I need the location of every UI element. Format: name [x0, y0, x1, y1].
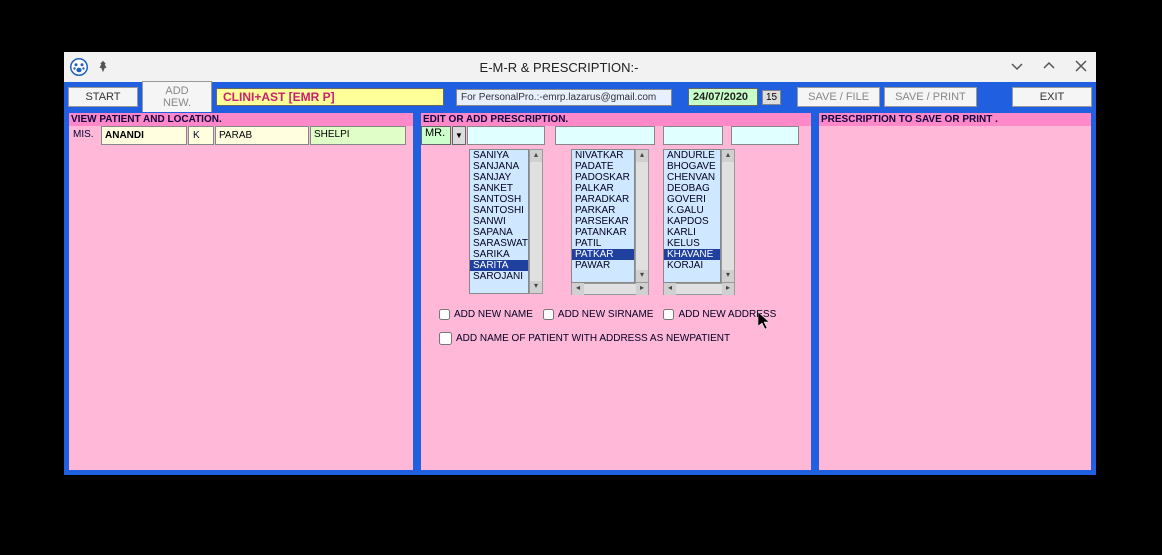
- list-item[interactable]: PAWAR: [572, 260, 634, 271]
- list-item[interactable]: DEOBAG: [664, 183, 720, 194]
- day-badge: 15: [762, 90, 781, 105]
- add-new-name-checkbox[interactable]: ADD NEW NAME: [439, 309, 533, 320]
- brand-label: CLINI+AST [EMR P]: [216, 88, 444, 106]
- exit-button[interactable]: EXIT: [1012, 87, 1092, 107]
- checkbox-row: ADD NEW NAME ADD NEW SIRNAME ADD NEW ADD…: [421, 297, 811, 324]
- close-icon[interactable]: [1072, 59, 1090, 76]
- list-item[interactable]: KHAVANE: [664, 249, 720, 260]
- add-newpatient-checkbox[interactable]: ADD NAME OF PATIENT WITH ADDRESS AS NEWP…: [439, 332, 793, 345]
- minimize-icon[interactable]: [1008, 59, 1026, 76]
- pin-icon[interactable]: [96, 60, 110, 74]
- patient-title-label: MIS.: [69, 126, 100, 145]
- listboxes: SANIYASANJANASANJAYSANKETSANTOSHSANTOSHI…: [421, 147, 811, 297]
- edit-panel-header: EDIT OR ADD PRESCRIPTION.: [421, 113, 811, 126]
- personal-email: For PersonalPro.:-emrp.lazarus@gmail.com: [456, 89, 672, 106]
- patient-panel: VIEW PATIENT AND LOCATION. MIS. K SHELPI: [68, 112, 414, 471]
- list-item[interactable]: CHENVAN: [664, 172, 720, 183]
- list-item[interactable]: KORJAI: [664, 260, 720, 271]
- list-item[interactable]: SARASWAT: [470, 238, 528, 249]
- edit-loc-input[interactable]: [731, 126, 799, 145]
- edit-mid-input[interactable]: [663, 126, 723, 145]
- list-item[interactable]: PALKAR: [572, 183, 634, 194]
- app-icon: [70, 58, 88, 76]
- location-listbox-scrollbar[interactable]: ▴▾: [721, 149, 735, 283]
- date-field[interactable]: 24/07/2020: [688, 88, 758, 106]
- name-listbox-scrollbar[interactable]: ▴▾: [529, 149, 543, 294]
- name-listbox[interactable]: SANIYASANJANASANJAYSANKETSANTOSHSANTOSHI…: [469, 149, 529, 294]
- maximize-icon[interactable]: [1040, 59, 1058, 76]
- toolbar: START ADD NEW. CLINI+AST [EMR P] For Per…: [64, 82, 1096, 112]
- patient-mid-label: K: [188, 126, 214, 145]
- list-item[interactable]: SANTOSH: [470, 194, 528, 205]
- list-item[interactable]: SARITA: [470, 260, 528, 271]
- edit-panel: EDIT OR ADD PRESCRIPTION. MR. ▼ SANIYASA…: [420, 112, 812, 471]
- cb3-label: ADD NEW ADDRESS: [678, 309, 776, 320]
- app-window: E-M-R & PRESCRIPTION:- START ADD NEW. CL…: [64, 52, 1096, 475]
- list-item[interactable]: PADOSKAR: [572, 172, 634, 183]
- list-item[interactable]: NIVATKAR: [572, 150, 634, 161]
- list-item[interactable]: PARKAR: [572, 205, 634, 216]
- edit-surname-input[interactable]: [555, 126, 655, 145]
- titlebar: E-M-R & PRESCRIPTION:-: [64, 52, 1096, 82]
- location-listbox[interactable]: ANDURLEBHOGAVECHENVANDEOBAGGOVERIK.GALUK…: [663, 149, 721, 283]
- list-item[interactable]: SANKET: [470, 183, 528, 194]
- list-item[interactable]: PATKAR: [572, 249, 634, 260]
- patient-name-input[interactable]: [101, 126, 187, 145]
- list-item[interactable]: KAPDOS: [664, 216, 720, 227]
- list-item[interactable]: SANIYA: [470, 150, 528, 161]
- surname-listbox-hscrollbar[interactable]: ◂▸: [571, 283, 649, 295]
- content-area: VIEW PATIENT AND LOCATION. MIS. K SHELPI…: [64, 112, 1096, 475]
- list-item[interactable]: PATANKAR: [572, 227, 634, 238]
- surname-listbox[interactable]: NIVATKARPADATEPADOSKARPALKARPARADKARPARK…: [571, 149, 635, 283]
- edit-title-combo-arrow[interactable]: ▼: [452, 126, 466, 145]
- list-item[interactable]: PADATE: [572, 161, 634, 172]
- list-item[interactable]: KELUS: [664, 238, 720, 249]
- edit-title-combo-text[interactable]: MR.: [421, 126, 451, 145]
- cb1-label: ADD NEW NAME: [454, 309, 533, 320]
- list-item[interactable]: BHOGAVE: [664, 161, 720, 172]
- list-item[interactable]: PATIL: [572, 238, 634, 249]
- list-item[interactable]: SANJANA: [470, 161, 528, 172]
- list-item[interactable]: SANTOSHI: [470, 205, 528, 216]
- window-title: E-M-R & PRESCRIPTION:-: [110, 60, 1008, 75]
- add-new-button[interactable]: ADD NEW.: [142, 81, 212, 113]
- list-item[interactable]: SAROJANI: [470, 271, 528, 282]
- patient-surname-input[interactable]: [215, 126, 309, 145]
- list-item[interactable]: GOVERI: [664, 194, 720, 205]
- surname-listbox-scrollbar[interactable]: ▴▾: [635, 149, 649, 283]
- list-item[interactable]: ANDURLE: [664, 150, 720, 161]
- location-listbox-hscrollbar[interactable]: ◂▸: [663, 283, 735, 295]
- add-new-sirname-checkbox[interactable]: ADD NEW SIRNAME: [543, 309, 654, 320]
- add-new-address-checkbox[interactable]: ADD NEW ADDRESS: [663, 309, 776, 320]
- list-item[interactable]: SARIKA: [470, 249, 528, 260]
- cb4-label: ADD NAME OF PATIENT WITH ADDRESS AS NEWP…: [456, 333, 730, 344]
- patient-panel-header: VIEW PATIENT AND LOCATION.: [69, 113, 413, 126]
- list-item[interactable]: SANJAY: [470, 172, 528, 183]
- list-item[interactable]: K.GALU: [664, 205, 720, 216]
- cb2-label: ADD NEW SIRNAME: [558, 309, 654, 320]
- print-panel-header: PRESCRIPTION TO SAVE OR PRINT .: [819, 113, 1091, 126]
- list-item[interactable]: SAPANA: [470, 227, 528, 238]
- start-button[interactable]: START: [68, 87, 138, 107]
- list-item[interactable]: SANWI: [470, 216, 528, 227]
- print-panel: PRESCRIPTION TO SAVE OR PRINT .: [818, 112, 1092, 471]
- save-file-button[interactable]: SAVE / FILE: [797, 87, 880, 107]
- edit-name-input[interactable]: [467, 126, 545, 145]
- list-item[interactable]: KARLI: [664, 227, 720, 238]
- list-item[interactable]: PARADKAR: [572, 194, 634, 205]
- save-print-button[interactable]: SAVE / PRINT: [884, 87, 977, 107]
- list-item[interactable]: PARSEKAR: [572, 216, 634, 227]
- patient-location-input[interactable]: SHELPI: [310, 126, 406, 145]
